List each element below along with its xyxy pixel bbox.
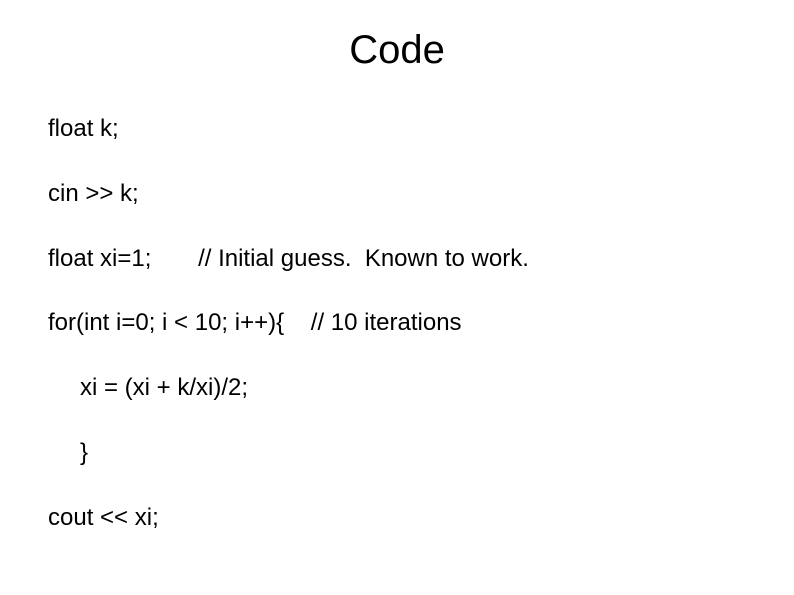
code-line: float k; — [48, 115, 794, 144]
code-line: } — [48, 439, 794, 468]
code-line: cin >> k; — [48, 180, 794, 209]
code-block: float k; cin >> k; float xi=1; // Initia… — [0, 83, 794, 533]
code-line: xi = (xi + k/xi)/2; — [48, 374, 794, 403]
code-line: cout << xi; — [48, 504, 794, 533]
code-line: float xi=1; // Initial guess. Known to w… — [48, 245, 794, 274]
code-line: for(int i=0; i < 10; i++){ // 10 iterati… — [48, 309, 794, 338]
slide-title: Code — [0, 0, 794, 83]
